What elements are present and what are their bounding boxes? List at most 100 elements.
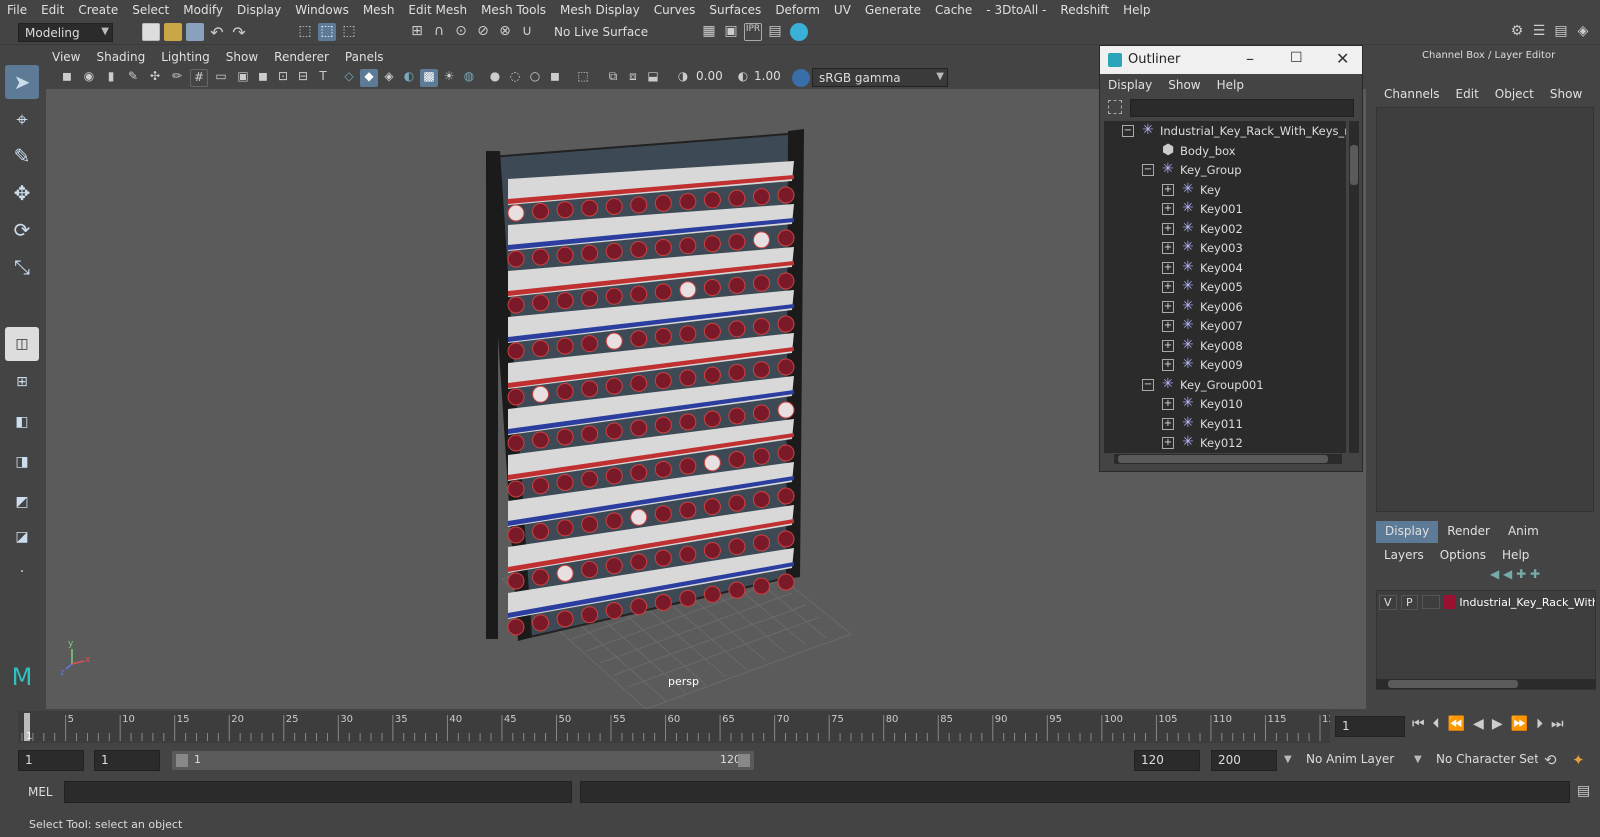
- channel-box-icon[interactable]: ◈: [1574, 23, 1592, 41]
- open-scene-icon[interactable]: [164, 23, 182, 41]
- menu-cache[interactable]: Cache: [928, 3, 979, 17]
- sidebar-toggle-icon[interactable]: ☰: [1530, 23, 1548, 41]
- outliner-item[interactable]: + ✳ Key005: [1104, 277, 1346, 297]
- rotate-tool-icon[interactable]: ⟳: [5, 213, 39, 247]
- snap-view-plane-icon[interactable]: ⊘: [474, 23, 492, 41]
- outliner-item[interactable]: + ✳ Key001: [1104, 199, 1346, 219]
- expand-icon[interactable]: +: [1162, 320, 1174, 332]
- render-settings-icon[interactable]: ▦: [700, 23, 718, 41]
- outliner-titlebar[interactable]: Outliner – ☐ ✕: [1100, 46, 1362, 74]
- frame-all-icon[interactable]: ⬓: [644, 69, 662, 87]
- viewport-menu-panels[interactable]: Panels: [337, 50, 392, 64]
- four-view-layout-icon[interactable]: ⊞: [5, 365, 39, 399]
- mode-selector[interactable]: Modeling ▼: [18, 23, 113, 42]
- paint-select-tool-icon[interactable]: ✎: [5, 139, 39, 173]
- layer-menu-layers[interactable]: Layers: [1376, 548, 1432, 562]
- persp-graph-layout-icon[interactable]: ◨: [5, 445, 39, 479]
- time-slider[interactable]: 5 10 15 20 25 30 35 40 45 50 55 60 65 70 75 80 85 90 95 100…: [0, 709, 1600, 745]
- outliner-item[interactable]: − ✳ Key_Group001: [1104, 375, 1346, 395]
- bookmark-icon[interactable]: ▮: [102, 69, 120, 87]
- time-ruler[interactable]: 5 10 15 20 25 30 35 40 45 50 55 60 65 70 75 80 85 90 95 100…: [0, 709, 1341, 745]
- animation-end-field[interactable]: 200: [1211, 750, 1277, 771]
- collapse-icon[interactable]: −: [1142, 164, 1154, 176]
- layer-reference-toggle[interactable]: [1422, 595, 1440, 609]
- snap-grid-icon[interactable]: ⊞: [408, 23, 426, 41]
- menu-select[interactable]: Select: [125, 3, 176, 17]
- redo-icon[interactable]: ↷: [230, 23, 248, 42]
- character-set-selector[interactable]: No Character Set: [1430, 750, 1538, 771]
- animation-start-field[interactable]: 1: [18, 750, 84, 771]
- scale-tool-icon[interactable]: ⤡: [5, 250, 39, 284]
- channelbox-menu-object[interactable]: Object: [1487, 87, 1542, 101]
- lasso-tool-icon[interactable]: ⌖: [5, 102, 39, 136]
- color-management-icon[interactable]: [792, 69, 810, 87]
- menu-redshift[interactable]: Redshift: [1053, 3, 1116, 17]
- layer-visibility-toggle[interactable]: V: [1379, 594, 1397, 610]
- tab-display[interactable]: Display: [1376, 521, 1439, 543]
- range-start-handle[interactable]: [176, 754, 188, 767]
- layer-horizontal-scrollbar[interactable]: [1376, 679, 1596, 689]
- snap-curve-icon[interactable]: ∩: [430, 23, 448, 41]
- new-scene-icon[interactable]: [142, 23, 160, 41]
- key-rack-model[interactable]: [486, 129, 804, 641]
- outliner-item[interactable]: ⬢ Body_box: [1104, 141, 1346, 161]
- image-plane-icon[interactable]: ✎: [124, 69, 142, 87]
- camera-attributes-icon[interactable]: ◉: [80, 69, 98, 87]
- film-gate-icon[interactable]: ▭: [212, 69, 230, 87]
- viewport-menu-show[interactable]: Show: [218, 50, 266, 64]
- xray-active-icon[interactable]: ⧉: [604, 69, 622, 87]
- menu-mesh[interactable]: Mesh: [356, 3, 402, 17]
- tab-anim[interactable]: Anim: [1499, 521, 1548, 543]
- expand-icon[interactable]: +: [1162, 417, 1174, 430]
- expand-icon[interactable]: +: [1162, 203, 1174, 215]
- tab-render[interactable]: Render: [1438, 521, 1499, 543]
- menu-curves[interactable]: Curves: [647, 3, 703, 17]
- layer-menu-options[interactable]: Options: [1432, 548, 1494, 562]
- step-back-frame-icon[interactable]: ⏴: [1433, 716, 1448, 732]
- undo-icon[interactable]: ↶: [208, 23, 226, 42]
- xray-joints-icon[interactable]: ⧈: [624, 69, 642, 87]
- motion-blur-icon[interactable]: ●: [486, 69, 504, 87]
- gamma-icon[interactable]: ◐: [734, 69, 752, 87]
- menu-file[interactable]: File: [0, 3, 34, 17]
- snap-surface-icon[interactable]: ⊗: [496, 23, 514, 41]
- menu-create[interactable]: Create: [71, 3, 125, 17]
- collapse-icon[interactable]: −: [1142, 378, 1154, 391]
- viewport-menu-renderer[interactable]: Renderer: [266, 50, 337, 64]
- layer-color-swatch[interactable]: [1443, 595, 1456, 609]
- playback-start-field[interactable]: 1: [94, 750, 160, 771]
- step-forward-key-icon[interactable]: ⏩: [1511, 716, 1536, 732]
- auto-key-icon[interactable]: ⟲: [1544, 751, 1557, 769]
- save-scene-icon[interactable]: [186, 23, 204, 41]
- scroll-thumb[interactable]: [1350, 145, 1358, 185]
- expand-icon[interactable]: +: [1162, 339, 1174, 352]
- outliner-item[interactable]: + ✳ Key: [1104, 180, 1346, 200]
- workspace-icon[interactable]: ⚙: [1508, 23, 1526, 41]
- filter-icon[interactable]: [1108, 100, 1122, 114]
- menu-help[interactable]: Help: [1116, 3, 1157, 17]
- outliner-item[interactable]: + ✳ Key004: [1104, 258, 1346, 278]
- depth-of-field-icon[interactable]: ○: [526, 69, 544, 87]
- viewport-menu-lighting[interactable]: Lighting: [153, 50, 218, 64]
- menu-generate[interactable]: Generate: [858, 3, 928, 17]
- wireframe-on-shaded-icon[interactable]: ◈: [380, 69, 398, 87]
- exposure-icon[interactable]: ◑: [674, 69, 692, 87]
- outliner-menu-show[interactable]: Show: [1160, 78, 1208, 92]
- grid-icon[interactable]: #: [190, 69, 208, 87]
- maximize-icon[interactable]: ☐: [1290, 50, 1303, 66]
- outliner-item[interactable]: + ✳ Key007: [1104, 316, 1346, 336]
- gamma-field[interactable]: 1.00: [752, 68, 786, 87]
- go-to-start-icon[interactable]: ⏮: [1412, 716, 1433, 732]
- scroll-thumb[interactable]: [1388, 680, 1518, 688]
- 2d-pan-zoom-icon[interactable]: ✣: [146, 69, 164, 87]
- expand-icon[interactable]: +: [1162, 261, 1174, 274]
- viewport-menu-shading[interactable]: Shading: [88, 50, 153, 64]
- play-forwards-icon[interactable]: ▶: [1492, 716, 1511, 732]
- script-editor-icon[interactable]: ▤: [1577, 783, 1590, 799]
- range-end-handle[interactable]: [738, 754, 750, 767]
- chevron-down-icon[interactable]: ▼: [1414, 754, 1422, 765]
- single-perspective-layout-icon[interactable]: ◫: [5, 327, 39, 361]
- expand-icon[interactable]: +: [1162, 398, 1174, 410]
- menu-deform[interactable]: Deform: [768, 3, 827, 17]
- outliner-item[interactable]: − ✳ Key_Group: [1104, 160, 1346, 180]
